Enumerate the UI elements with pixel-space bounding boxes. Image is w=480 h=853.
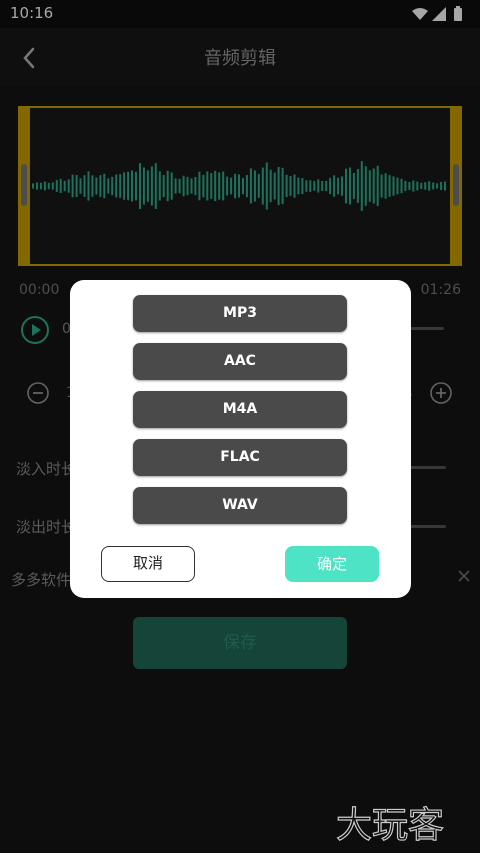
cancel-button[interactable]: 取消: [101, 546, 195, 582]
format-option-flac[interactable]: FLAC: [133, 439, 347, 476]
format-option-m4a[interactable]: M4A: [133, 391, 347, 428]
format-option-mp3[interactable]: MP3: [133, 295, 347, 332]
format-dialog: MP3 AAC M4A FLAC WAV 取消 确定: [70, 280, 411, 598]
watermark-text: 大玩客: [336, 805, 444, 845]
watermark-logo: 大玩客: [335, 804, 444, 845]
format-option-wav[interactable]: WAV: [133, 487, 347, 524]
format-option-aac[interactable]: AAC: [133, 343, 347, 380]
confirm-button[interactable]: 确定: [285, 546, 379, 582]
